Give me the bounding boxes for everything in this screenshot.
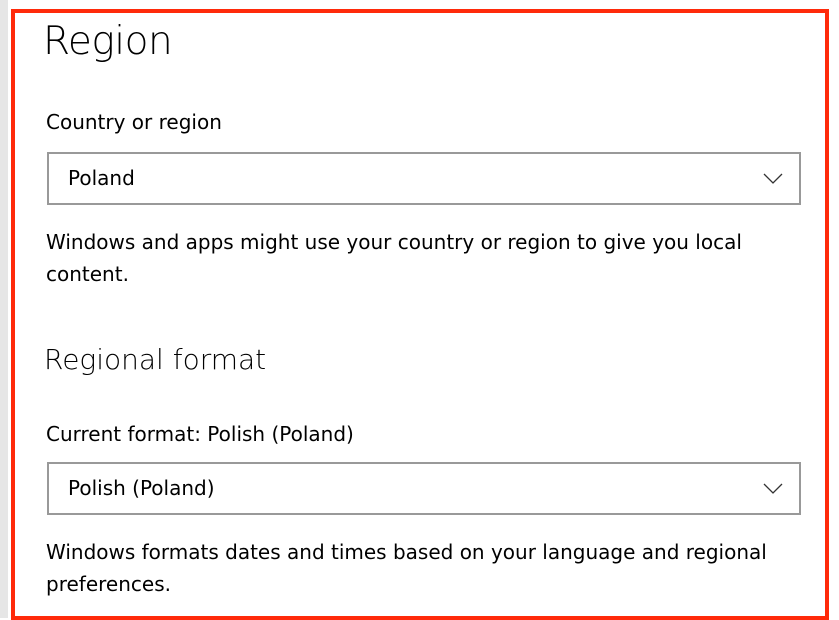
regional-format-heading: Regional format	[44, 343, 267, 376]
country-dropdown[interactable]: Poland	[47, 152, 801, 205]
regional-format-dropdown[interactable]: Polish (Poland)	[47, 462, 801, 515]
country-dropdown-value: Poland	[68, 166, 135, 190]
page-title: Region	[43, 19, 173, 64]
chevron-down-icon	[763, 173, 783, 184]
country-label: Country or region	[46, 110, 222, 134]
current-format-label: Current format: Polish (Poland)	[46, 422, 354, 446]
window-edge	[0, 0, 8, 618]
country-description: Windows and apps might use your country …	[46, 230, 742, 286]
regional-format-dropdown-value: Polish (Poland)	[68, 476, 215, 500]
highlight-frame	[11, 9, 829, 620]
regional-format-description: Windows formats dates and times based on…	[46, 540, 767, 596]
chevron-down-icon	[763, 483, 783, 494]
